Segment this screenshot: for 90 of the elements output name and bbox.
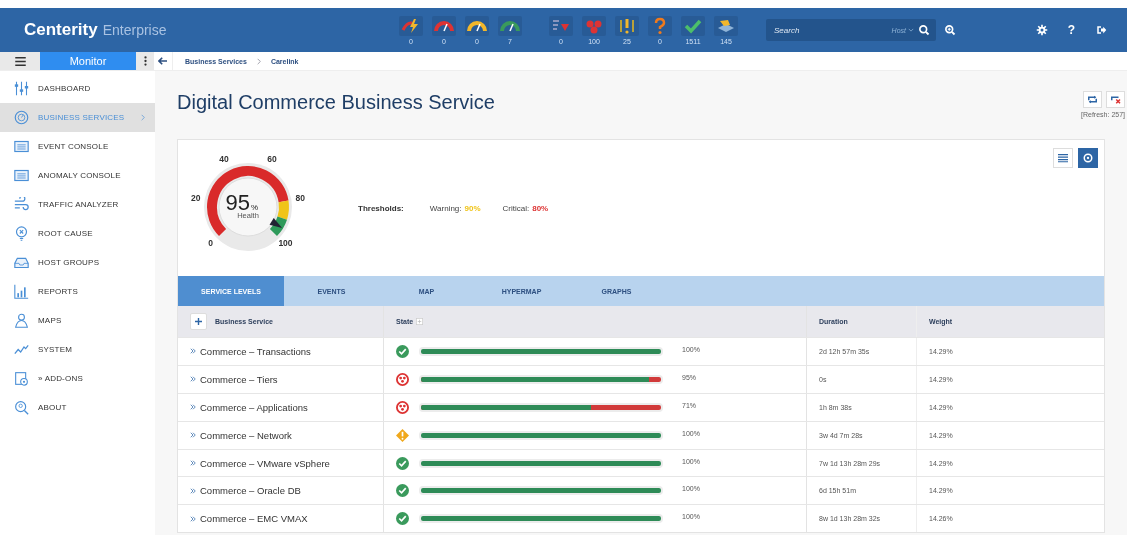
bulb-icon: [14, 226, 29, 241]
caret-icon: [908, 28, 914, 32]
service-name[interactable]: Commerce – VMware vSphere: [200, 457, 330, 469]
sidebar-item[interactable]: HOST GROUPS: [0, 248, 155, 277]
sidebar-item[interactable]: DASHBOARD: [0, 74, 155, 103]
sidebar-item[interactable]: ROOT CAUSE: [0, 219, 155, 248]
refresh-cross-icon: [1110, 95, 1121, 104]
gauge-icon[interactable]: [498, 15, 522, 36]
sidebar-item[interactable]: ABOUT: [0, 393, 155, 422]
folder-icon: [14, 371, 29, 386]
menu-button[interactable]: [0, 52, 40, 70]
expand-icon[interactable]: [190, 404, 196, 411]
gauge-view-button[interactable]: [1078, 148, 1098, 168]
kebab-icon: [143, 56, 147, 66]
gauge-face: [218, 177, 278, 237]
gauge-tick-label: 80: [295, 192, 306, 203]
back-arrow-icon: [158, 57, 168, 65]
list-view-button[interactable]: [1053, 148, 1073, 168]
sidebar-item[interactable]: SYSTEM: [0, 335, 155, 364]
gauge-icon[interactable]: [432, 15, 456, 36]
stop-refresh-button[interactable]: [1106, 91, 1125, 108]
expand-icon[interactable]: [190, 432, 196, 439]
expand-icon[interactable]: [190, 460, 196, 466]
check-circle-icon: [396, 512, 409, 526]
sidebar-item[interactable]: TRAFFIC ANALYZER: [0, 190, 155, 219]
plus-icon: [195, 318, 202, 325]
critical-value: 80%: [532, 203, 549, 213]
refresh-icon: [1087, 95, 1098, 104]
logout-icon[interactable]: [1095, 24, 1107, 36]
warning-icon: [396, 428, 409, 442]
warning-value: 90%: [464, 203, 481, 213]
check-icon[interactable]: [681, 15, 705, 36]
sidebar-item[interactable]: EVENT CONSOLE: [0, 132, 155, 161]
sidebar-item[interactable]: MAPS: [0, 306, 155, 335]
sliders-icon: [14, 81, 29, 96]
check-circle-icon: [396, 344, 409, 358]
console-icon: [14, 139, 29, 154]
sidebar-item[interactable]: » ADD-ONS: [0, 364, 155, 393]
service-name[interactable]: Commerce – Applications: [200, 401, 308, 413]
expand-icon[interactable]: [190, 376, 196, 383]
service-name[interactable]: Commerce – Network: [200, 429, 292, 441]
dial-icon: [14, 110, 29, 125]
gauge-tick-label: 100: [278, 238, 293, 249]
sidebar-item[interactable]: ANOMALY CONSOLE: [0, 161, 155, 190]
tray-icon: [14, 255, 29, 270]
sidebar-item[interactable]: REPORTS: [0, 277, 155, 306]
magnifier-icon: [14, 400, 29, 415]
warning-label: Warning:: [429, 203, 462, 213]
circle-icon: [1083, 153, 1093, 163]
chevron-icon: [256, 57, 261, 65]
critical-icon: [396, 372, 409, 386]
gauge-tick-label: 60: [267, 153, 277, 164]
health-unit: %: [251, 203, 259, 212]
help-button[interactable]: ?: [1067, 23, 1075, 37]
zoom-in-icon[interactable]: [944, 24, 956, 36]
service-name[interactable]: Commerce – Tiers: [200, 373, 278, 385]
thresholds-label: Thresholds:: [358, 203, 404, 213]
chevron-icon: [141, 114, 145, 121]
layers-icon[interactable]: [714, 15, 738, 36]
gauge-tick-label: 40: [219, 153, 229, 164]
wave-icon: [14, 342, 29, 357]
check-circle-icon: [396, 456, 409, 470]
page-title: Digital Commerce Business Service: [177, 91, 495, 114]
check-circle-icon: [396, 484, 409, 498]
bar-chart-icon: [14, 284, 29, 299]
critical-label: Critical:: [502, 203, 530, 213]
list-icon: [1058, 153, 1068, 163]
console-icon: [14, 168, 29, 183]
bolt-icon[interactable]: [399, 15, 423, 36]
service-name[interactable]: Commerce – Transactions: [200, 345, 311, 357]
wind-icon: [14, 197, 29, 212]
expand-icon[interactable]: [190, 487, 196, 494]
menu-icon: [14, 56, 26, 66]
service-name[interactable]: Commerce – Oracle DB: [200, 485, 301, 497]
refresh-button[interactable]: [1083, 91, 1102, 108]
service-name[interactable]: Commerce – EMC VMAX: [200, 513, 308, 525]
alert-icon[interactable]: [615, 15, 639, 36]
add-button[interactable]: [190, 313, 207, 330]
critical-icon: [396, 400, 409, 414]
expand-icon[interactable]: [190, 515, 196, 522]
search-icon[interactable]: [918, 24, 930, 36]
logo-text: Centerity: [24, 20, 98, 40]
gauge-tick-label: 0: [208, 238, 213, 249]
settings-icon[interactable]: [1035, 24, 1048, 36]
gauge-icon[interactable]: [465, 15, 489, 36]
gauge-tick-label: 20: [190, 192, 201, 203]
logo-edition: Enterprise: [102, 22, 167, 38]
question-icon[interactable]: [648, 15, 672, 36]
arrow-down-icon[interactable]: [549, 15, 573, 36]
expand-icon[interactable]: [190, 348, 196, 355]
